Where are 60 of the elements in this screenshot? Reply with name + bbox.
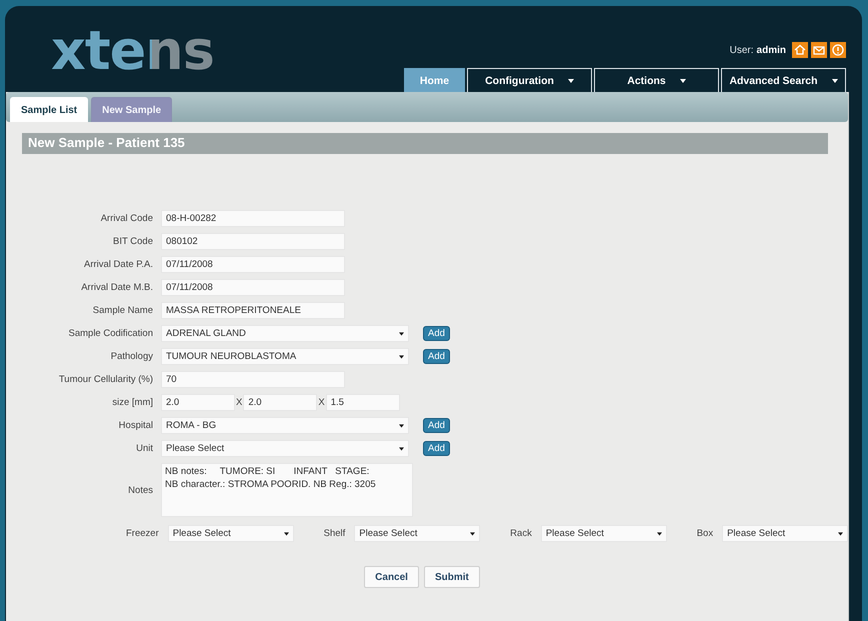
text-field[interactable]: MASSA RETROPERITONEALE — [161, 302, 345, 319]
home-icon[interactable] — [792, 42, 808, 58]
field-label: Sample Name — [92, 305, 154, 316]
text-field[interactable]: 080102 — [161, 233, 345, 250]
size-field[interactable]: 2.0 — [161, 394, 235, 411]
caret-icon — [284, 532, 289, 536]
field-label: Rack — [510, 528, 532, 539]
form-button[interactable]: Cancel — [364, 566, 419, 588]
field-label: BIT Code — [112, 236, 154, 247]
notes-field[interactable]: NB notes: TUMORE: SI INFANT STAGE: NB character.: STROMA POORID. NB Reg.: 3205 — [161, 463, 413, 517]
dropdown[interactable]: Please Select — [354, 525, 480, 542]
nav-menu-item[interactable]: Configuration — [467, 68, 592, 92]
field-label: Unit — [135, 443, 154, 454]
text-field[interactable]: 07/11/2008 — [161, 279, 345, 296]
caret-icon — [838, 532, 843, 536]
caret-icon — [470, 532, 476, 536]
nav-menu-item[interactable]: Advanced Search — [721, 68, 846, 92]
caret-icon — [399, 446, 404, 450]
field-label: Sample Codification — [68, 328, 154, 339]
info-icon[interactable] — [830, 42, 846, 58]
field-label: Hospital — [118, 420, 154, 431]
user-label: User: — [730, 44, 754, 56]
caret-icon — [656, 532, 662, 536]
field-label: Box — [696, 528, 714, 539]
field-label: Arrival Date M.B. — [80, 282, 154, 293]
field-label: Freezer — [126, 528, 159, 539]
times-sign: X — [318, 397, 325, 408]
dropdown[interactable]: Please Select — [540, 525, 667, 542]
nav-menu-item[interactable]: Actions — [594, 68, 719, 92]
field-label: Notes — [127, 484, 154, 496]
caret-icon — [399, 424, 404, 428]
caret-icon — [399, 354, 404, 358]
field-label: size [mm] — [111, 397, 154, 408]
dropdown[interactable]: Please Select — [722, 525, 848, 542]
dropdown[interactable]: ADRENAL GLAND — [161, 325, 409, 342]
mail-icon[interactable] — [811, 42, 827, 58]
text-field[interactable]: 08-H-00282 — [161, 210, 345, 227]
add-button[interactable]: Add — [423, 418, 450, 433]
add-button[interactable]: Add — [423, 349, 450, 364]
size-field[interactable]: 1.5 — [326, 394, 400, 411]
field-label: Shelf — [324, 528, 346, 539]
user-name: admin — [756, 44, 786, 56]
tab[interactable]: Sample List — [10, 97, 88, 122]
field-label: Arrival Code — [100, 213, 154, 224]
field-label: Arrival Date P.A. — [83, 259, 154, 270]
dropdown[interactable]: Please Select — [168, 525, 294, 542]
dropdown[interactable]: ROMA - BG — [161, 417, 409, 434]
dropdown[interactable]: TUMOUR NEUROBLASTOMA — [161, 348, 409, 365]
text-field[interactable]: 70 — [161, 371, 345, 388]
field-label: Pathology — [110, 351, 154, 362]
dropdown[interactable]: Please Select — [161, 440, 409, 457]
form-button[interactable]: Submit — [424, 566, 480, 588]
field-label: Tumour Cellularity (%) — [58, 374, 154, 385]
add-button[interactable]: Add — [423, 326, 450, 341]
text-field[interactable]: 07/11/2008 — [161, 256, 345, 273]
caret-icon — [399, 332, 404, 336]
size-field[interactable]: 2.0 — [243, 394, 318, 411]
times-sign: X — [236, 397, 242, 408]
add-button[interactable]: Add — [423, 441, 450, 456]
page-title: New Sample - Patient 135 — [22, 133, 828, 154]
